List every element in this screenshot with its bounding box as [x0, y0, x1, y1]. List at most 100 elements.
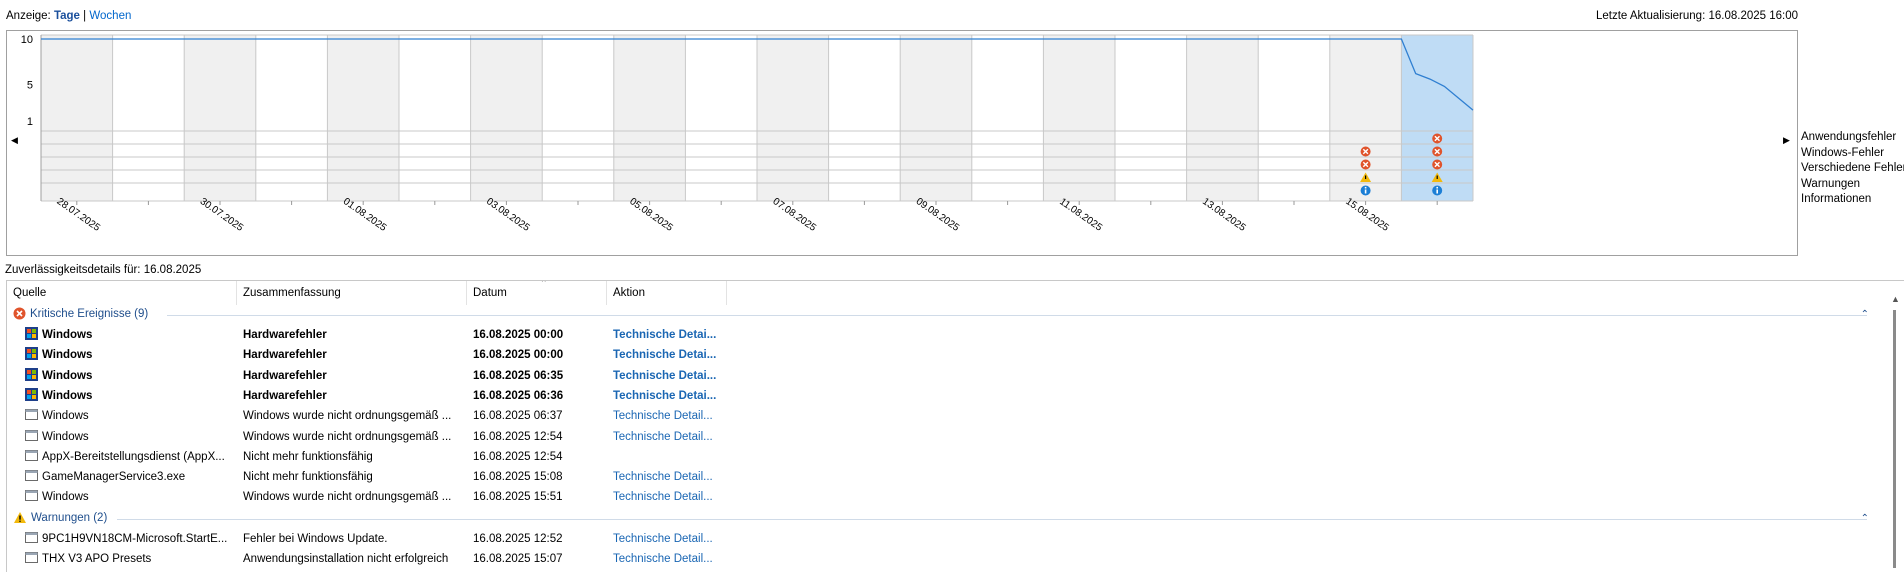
date-label: 07.08.2025 [771, 196, 819, 234]
graph-column [41, 35, 113, 201]
technical-details-link[interactable]: Technische Detail... [613, 427, 733, 447]
source-cell: Windows [25, 487, 239, 507]
technical-details-link[interactable]: Technische Detai... [613, 386, 733, 406]
info-marker-mark [1436, 189, 1438, 194]
app-window-icon [25, 532, 42, 545]
collapse-chevron-icon[interactable]: ⌃ [1861, 309, 1869, 320]
graph-column [1115, 35, 1187, 201]
reliability-chart-svg[interactable]: 10 5 1 28.07.2025 30.07.2025 01.08.2025 03.08.… [7, 31, 1797, 255]
date-label: 11.08.2025 [1057, 196, 1104, 234]
date-cell: 16.08.2025 00:00 [473, 349, 564, 362]
date-cell: 16.08.2025 06:36 [473, 389, 564, 402]
date-label: 03.08.2025 [484, 196, 532, 234]
table-row[interactable]: Windows Windows wurde nicht ordnungsgemäß… [7, 406, 1887, 426]
vertical-scrollbar[interactable]: ▲ [1886, 292, 1904, 571]
view-weeks-link[interactable]: Wochen [89, 10, 131, 22]
error-icon [13, 307, 26, 320]
app-window-icon [25, 449, 42, 463]
column-header-action[interactable]: Aktion [607, 281, 727, 305]
graph-column [255, 35, 328, 201]
scroll-up-icon[interactable]: ▲ [1891, 294, 1900, 304]
sort-ascending-icon: ⌃ [540, 280, 548, 288]
table-row[interactable]: Windows Hardwarefehler 16.08.2025 00:00 Tec… [7, 325, 1887, 345]
group-label: Kritische Ereignisse (9) [30, 308, 149, 320]
scroll-left-icon[interactable]: ◀ [11, 135, 18, 146]
reliability-graph[interactable]: 10 5 1 28.07.2025 30.07.2025 01.08.2025 03.08.… [6, 30, 1798, 256]
graph-legend: Anwendungsfehler Windows-Fehler Verschie… [1801, 130, 1904, 208]
table-row[interactable]: Windows Hardwarefehler 16.08.2025 00:00 Tec… [7, 345, 1887, 365]
table-row[interactable]: 9PC1H9VN18CM-Microsoft.StartE... Fehler b… [7, 529, 1887, 549]
column-header-source[interactable]: Quelle [7, 281, 237, 305]
column-header-summary[interactable]: Zusammenfassung [237, 281, 467, 305]
table-row[interactable]: AppX-Bereitstellungsdienst (AppX... Nicht… [7, 447, 1887, 467]
summary-cell: Windows wurde nicht ordnungsgemäß ... [243, 430, 452, 443]
graph-column [971, 35, 1044, 201]
table-row[interactable]: THX V3 APO Presets Anwendungsinstallation… [7, 549, 1887, 569]
technical-details-link[interactable]: Technische Detai... [613, 366, 733, 386]
windows-flag-icon [25, 327, 42, 341]
date-cell: 16.08.2025 06:37 [473, 410, 563, 423]
warning-marker-mark [1365, 175, 1367, 179]
y-tick-label: 1 [27, 116, 33, 128]
windows-flag-icon [25, 367, 42, 382]
technical-details-link[interactable]: Technische Detail... [613, 529, 733, 549]
graph-column [327, 35, 399, 201]
summary-cell: Hardwarefehler [243, 389, 327, 402]
date-label: 30.07.2025 [198, 196, 246, 234]
source-cell: THX V3 APO Presets [25, 549, 239, 569]
app-window-icon [25, 470, 42, 483]
scroll-thumb[interactable] [1893, 310, 1896, 568]
source-cell: Windows [25, 427, 239, 447]
source-cell: Windows [25, 406, 239, 426]
source-cell: Windows [25, 366, 239, 386]
table-row[interactable]: Windows Windows wurde nicht ordnungsgemäß… [7, 487, 1887, 507]
date-cell: 16.08.2025 06:35 [473, 369, 564, 382]
graph-column [399, 35, 471, 201]
technical-details-link[interactable]: Technische Detail... [613, 549, 733, 569]
date-label: 05.08.2025 [627, 196, 675, 234]
group-critical-events[interactable]: Kritische Ereignisse (9) [13, 305, 148, 323]
info-marker-dot [1364, 186, 1367, 189]
view-days-link[interactable]: Tage [54, 10, 80, 22]
source-text: Windows [42, 329, 93, 341]
app-window-icon [25, 409, 42, 422]
legend-application-errors: Anwendungsfehler [1801, 131, 1897, 143]
scroll-right-icon[interactable]: ▶ [1783, 135, 1790, 146]
details-list: Quelle Zusammenfassung Datum ⌃ Aktion Kr… [6, 280, 1904, 572]
date-label: 13.08.2025 [1200, 196, 1248, 234]
app-window-icon [25, 552, 42, 565]
graph-column [542, 35, 614, 201]
table-row[interactable]: Windows Windows wurde nicht ordnungsgemäß… [7, 427, 1887, 447]
collapse-chevron-icon[interactable]: ⌃ [1861, 513, 1869, 524]
technical-details-link[interactable]: Technische Detai... [613, 345, 733, 365]
y-tick-label: 5 [27, 80, 33, 92]
summary-cell: Hardwarefehler [243, 329, 327, 341]
summary-cell: Windows wurde nicht ordnungsgemäß ... [243, 410, 452, 423]
date-cell: 16.08.2025 12:54 [473, 430, 563, 443]
date-cell: 16.08.2025 15:51 [473, 491, 563, 504]
table-row[interactable]: Windows Hardwarefehler 16.08.2025 06:36 Tec… [7, 386, 1887, 406]
view-selector: Anzeige: Tage | Wochen [6, 8, 131, 24]
group-divider [167, 315, 1867, 316]
date-cell: 16.08.2025 15:07 [473, 553, 563, 566]
source-text: AppX-Bereitstellungsdienst (AppX... [42, 450, 225, 463]
source-text: Windows [42, 369, 93, 382]
graph-column [828, 35, 901, 201]
technical-details-link[interactable]: Technische Detail... [613, 467, 733, 487]
table-row[interactable]: Windows Hardwarefehler 16.08.2025 06:35 Tec… [7, 366, 1887, 386]
group-warnings[interactable]: Warnungen (2) [13, 509, 107, 527]
info-marker-mark [1364, 189, 1367, 194]
info-marker-dot [1436, 186, 1438, 189]
column-header-date[interactable]: Datum [467, 281, 607, 305]
summary-cell: Hardwarefehler [243, 349, 327, 362]
technical-details-link[interactable]: Technische Detai... [613, 325, 733, 345]
technical-details-link[interactable]: Technische Detail... [613, 406, 733, 426]
source-cell: Windows [25, 325, 239, 345]
date-cell: 16.08.2025 12:54 [473, 450, 563, 463]
technical-details-link[interactable]: Technische Detail... [613, 487, 733, 507]
table-row[interactable]: GameManagerService3.exe Nicht mehr funkti… [7, 467, 1887, 487]
date-cell: 16.08.2025 12:52 [473, 533, 563, 545]
summary-cell: Windows wurde nicht ordnungsgemäß ... [243, 491, 452, 504]
group-divider [117, 519, 1867, 520]
app-window-icon [25, 490, 42, 503]
